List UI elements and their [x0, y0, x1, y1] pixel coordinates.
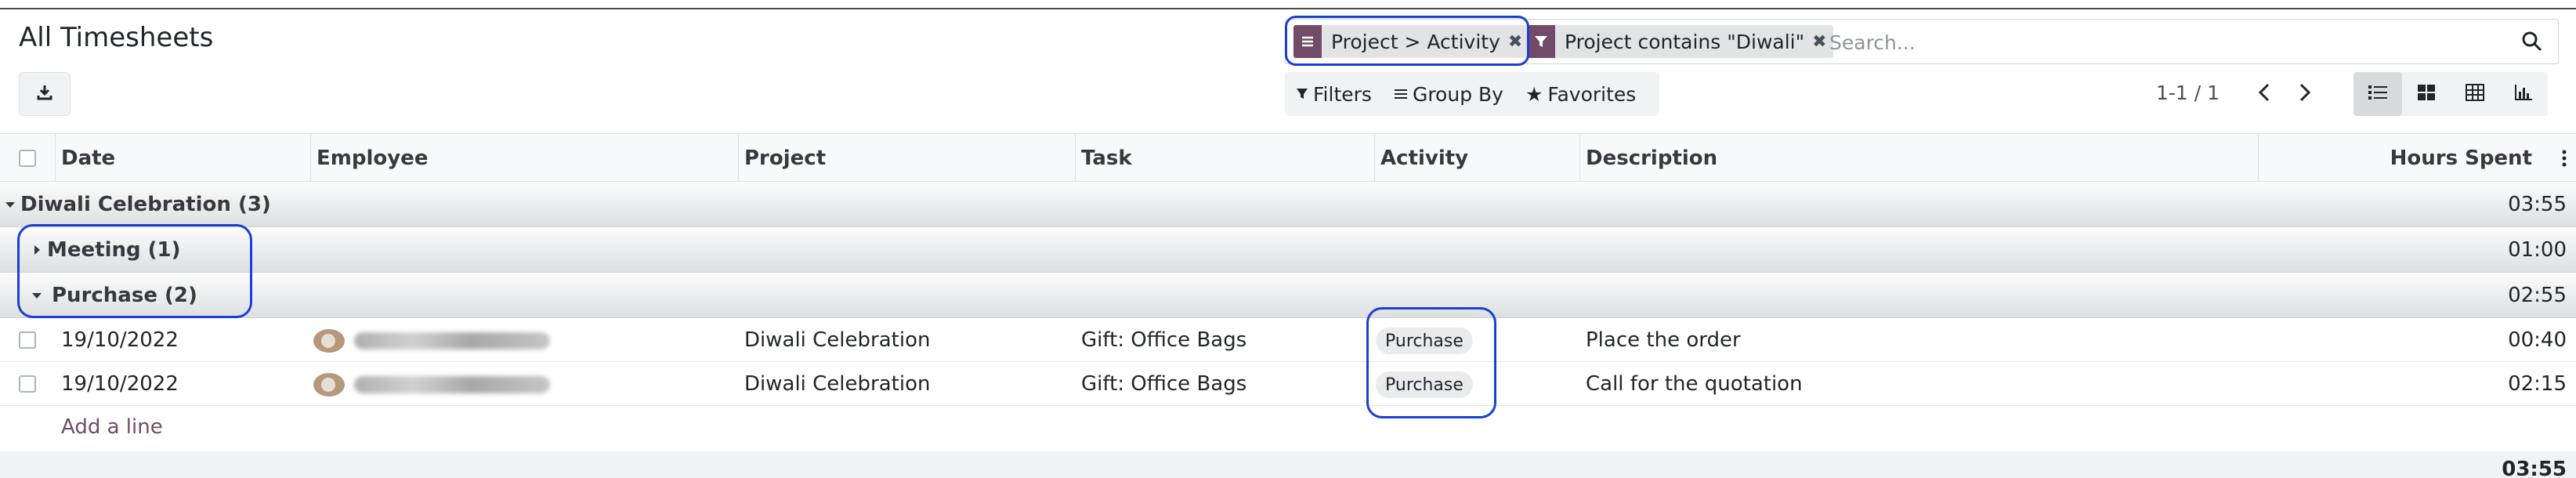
pager-previous-button[interactable] — [2249, 77, 2280, 111]
list-view-button[interactable] — [2353, 72, 2402, 116]
group-total: 03:55 — [2508, 193, 2567, 216]
row-checkbox[interactable] — [19, 375, 36, 393]
column-task[interactable]: Task — [1081, 134, 1132, 183]
cell-task: Gift: Office Bags — [1081, 372, 1247, 396]
group-row-project[interactable]: Diwali Celebration (3) 03:55 — [0, 182, 2576, 227]
search-bar: Project > Activity ✖ Project contains "D… — [1285, 19, 2559, 64]
cell-project: Diwali Celebration — [744, 328, 931, 352]
activity-badge: Purchase — [1376, 371, 1473, 398]
download-button[interactable] — [19, 72, 71, 116]
table-footer: 03:55 — [0, 451, 2576, 478]
cell-task: Gift: Office Bags — [1081, 328, 1247, 352]
cell-date: 19/10/2022 — [61, 328, 179, 352]
cell-description: Call for the quotation — [1586, 372, 1803, 396]
avatar — [313, 329, 345, 353]
favorites-label: Favorites — [1547, 82, 1637, 106]
search-icon[interactable] — [2520, 30, 2544, 53]
group-row-purchase[interactable]: Purchase (2) 02:55 — [0, 273, 2576, 318]
group-by-button[interactable]: Group By — [1383, 72, 1514, 116]
row-checkbox[interactable] — [19, 331, 36, 349]
cell-project: Diwali Celebration — [744, 372, 931, 396]
group-total: 01:00 — [2508, 238, 2567, 262]
pager-next-button[interactable] — [2289, 77, 2321, 111]
column-activity[interactable]: Activity — [1380, 134, 1468, 183]
graph-view-button[interactable] — [2499, 72, 2548, 116]
avatar — [313, 373, 345, 397]
kanban-view-button[interactable] — [2402, 72, 2451, 116]
page-title: All Timesheets — [19, 22, 214, 53]
view-switcher — [2353, 72, 2548, 116]
graph-view-icon — [2514, 84, 2533, 104]
table-row[interactable]: 19/10/2022 Diwali Celebration Gift: Offi… — [0, 318, 2576, 362]
group-by-label: Group By — [1412, 82, 1503, 106]
filter-icon — [1296, 83, 1308, 106]
group-caret-right-icon — [31, 227, 42, 273]
column-hours-spent[interactable]: Hours Spent — [2390, 134, 2532, 183]
add-line-link[interactable]: Add a line — [61, 415, 163, 439]
pivot-view-icon — [2466, 84, 2484, 104]
group-caret-down-icon — [5, 182, 16, 227]
column-project[interactable]: Project — [744, 134, 826, 183]
cell-description: Place the order — [1586, 328, 1741, 352]
pager-value[interactable]: 1-1 / 1 — [2156, 81, 2220, 104]
activity-badge: Purchase — [1376, 328, 1473, 354]
group-label: Diwali Celebration (3) — [20, 193, 271, 216]
select-all-checkbox[interactable] — [19, 150, 36, 167]
employee-name-blurred — [354, 376, 550, 393]
favorites-button[interactable]: ★ Favorites — [1514, 72, 1647, 116]
grand-total: 03:55 — [2502, 458, 2567, 478]
filter-icon — [1527, 25, 1555, 58]
chevron-right-icon — [2298, 82, 2312, 106]
group-row-meeting[interactable]: Meeting (1) 01:00 — [0, 227, 2576, 273]
column-date[interactable]: Date — [61, 134, 115, 183]
search-input[interactable] — [1829, 27, 2503, 57]
group-by-icon — [1293, 25, 1322, 58]
group-label: Purchase (2) — [52, 284, 197, 307]
facet-group-by[interactable]: Project > Activity ✖ — [1293, 25, 1529, 58]
facet-label: Project > Activity — [1331, 30, 1500, 53]
pivot-view-button[interactable] — [2451, 72, 2499, 116]
chevron-left-icon — [2257, 82, 2271, 106]
filters-label: Filters — [1313, 82, 1372, 106]
column-employee[interactable]: Employee — [317, 134, 428, 183]
table-header: Date Employee Project Task Activity Desc… — [0, 133, 2576, 183]
remove-facet-icon[interactable]: ✖ — [1508, 25, 1529, 58]
column-description[interactable]: Description — [1586, 134, 1717, 183]
list-view-icon — [2368, 84, 2388, 104]
group-caret-down-icon — [31, 273, 42, 318]
search-panel-toolbar: Filters Group By ★ Favorites — [1285, 72, 1659, 116]
cell-date: 19/10/2022 — [61, 372, 179, 396]
facet-label: Project contains "Diwali" — [1565, 30, 1805, 53]
cell-hours: 00:40 — [2508, 328, 2567, 352]
top-border — [0, 8, 2576, 9]
cell-hours: 02:15 — [2508, 372, 2567, 396]
group-label: Meeting (1) — [47, 238, 181, 262]
download-icon — [35, 83, 54, 105]
star-icon: ★ — [1525, 82, 1543, 106]
optional-columns-icon[interactable] — [2562, 134, 2567, 183]
table-row[interactable]: 19/10/2022 Diwali Celebration Gift: Offi… — [0, 362, 2576, 406]
facet-filter[interactable]: Project contains "Diwali" ✖ — [1527, 25, 1833, 58]
employee-name-blurred — [354, 332, 550, 349]
group-total: 02:55 — [2508, 284, 2567, 307]
group-by-icon — [1394, 83, 1408, 106]
filters-button[interactable]: Filters — [1285, 72, 1383, 116]
kanban-view-icon — [2417, 84, 2436, 104]
